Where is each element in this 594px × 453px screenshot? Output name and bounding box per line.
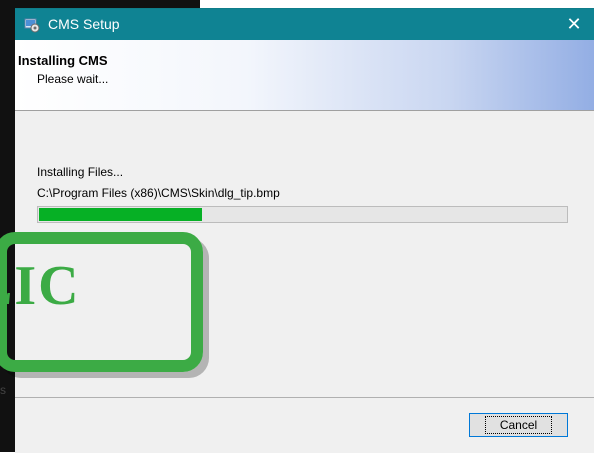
edge-glyph: s [0,383,6,397]
wizard-header: Installing CMS Please wait... [15,40,594,111]
title-bar[interactable]: CMS Setup ✕ [15,9,594,40]
header-title: Installing CMS [18,53,108,68]
installer-icon [24,17,40,33]
current-file-path: C:\Program Files (x86)\CMS\Skin\dlg_tip.… [37,186,280,200]
status-label: Installing Files... [37,165,124,179]
cancel-button-label: Cancel [484,416,553,434]
close-button[interactable]: ✕ [554,9,594,40]
license-watermark-stamp: LIC E [0,232,203,372]
header-subtitle: Please wait... [37,72,109,86]
footer-divider [15,397,594,398]
window-title: CMS Setup [48,16,120,32]
watermark-line-2: E [7,314,8,360]
background-top-edge [0,0,200,8]
close-icon: ✕ [566,14,582,34]
setup-window: CMS Setup ✕ Installing CMS Please wait..… [0,8,594,453]
install-progress-bar [37,206,568,223]
progress-bar-fill [39,208,202,221]
watermark-line-1: LIC [7,255,81,317]
cancel-button[interactable]: Cancel [469,413,568,437]
